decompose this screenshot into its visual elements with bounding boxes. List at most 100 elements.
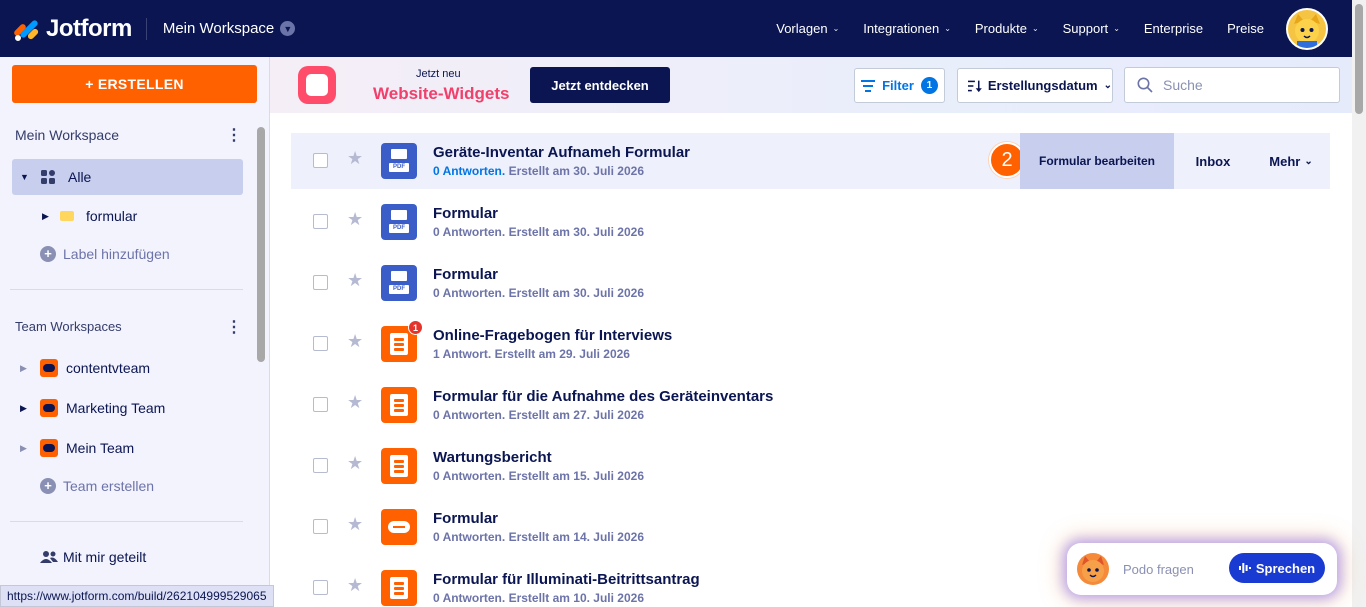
create-team-button[interactable]: + Team erstellen <box>40 478 154 494</box>
team-more-icon[interactable]: ⋮ <box>226 317 242 337</box>
jotform-logo[interactable]: Jotform <box>12 14 132 43</box>
nav-integrations[interactable]: Integrationen ⌄ <box>863 21 951 36</box>
ai-assistant-widget[interactable]: Podo fragen Sprechen <box>1067 543 1337 595</box>
inbox-button[interactable]: Inbox <box>1174 133 1252 189</box>
star-icon[interactable]: ★ <box>347 514 363 535</box>
form-meta: 0 Antworten. Erstellt am 30. Juli 2026 <box>433 164 644 178</box>
create-button[interactable]: + ERSTELLEN <box>12 65 257 103</box>
sort-dropdown[interactable]: Erstellungsdatum ⌄ <box>957 68 1113 103</box>
form-row[interactable]: ★ PDF Formular 0 Antworten. Erstellt am … <box>291 194 1330 250</box>
form-title[interactable]: Wartungsbericht <box>433 449 552 466</box>
team-item-marketing[interactable]: ▶ Marketing Team <box>20 399 165 417</box>
nav-label: Integrationen <box>863 21 940 36</box>
caret-right-icon: ▶ <box>20 402 27 413</box>
nav-enterprise[interactable]: Enterprise <box>1144 21 1203 36</box>
nav-label: Produkte <box>974 21 1027 36</box>
shared-with-me[interactable]: Mit mir geteilt <box>40 549 146 565</box>
created-date: Erstellt am 30. Juli 2026 <box>508 286 644 300</box>
form-list: ★ PDF Geräte-Inventar Aufnameh Formular … <box>270 113 1352 607</box>
star-icon[interactable]: ★ <box>347 270 363 291</box>
nav-pricing[interactable]: Preise <box>1227 21 1264 36</box>
chevron-down-icon: ⌄ <box>1103 80 1112 91</box>
page-scrollbar[interactable] <box>1352 0 1366 607</box>
chevron-down-icon: ⌄ <box>832 24 840 33</box>
form-row[interactable]: ★ PDF Formular 0 Antworten. Erstellt am … <box>291 255 1330 311</box>
sidebar-item-label: formular <box>86 208 138 224</box>
search-input[interactable] <box>1163 77 1323 93</box>
my-workspace-heading: Mein Workspace <box>15 127 120 143</box>
workspace-more-icon[interactable]: ⋮ <box>226 125 242 145</box>
form-row[interactable]: ★ Formular für die Aufnahme des Gerätein… <box>291 377 1330 433</box>
form-icon <box>381 570 417 606</box>
created-date: Erstellt am 15. Juli 2026 <box>508 469 644 483</box>
form-meta: 0 Antworten. Erstellt am 14. Juli 2026 <box>433 530 644 544</box>
star-icon[interactable]: ★ <box>347 331 363 352</box>
sidebar-scrollbar[interactable] <box>257 127 265 362</box>
form-meta: 0 Antworten. Erstellt am 15. Juli 2026 <box>433 469 644 483</box>
filter-button[interactable]: Filter 1 <box>854 68 945 103</box>
form-title[interactable]: Online-Fragebogen für Interviews <box>433 327 672 344</box>
nav-label: Support <box>1062 21 1109 36</box>
card-form-icon <box>381 509 417 545</box>
response-count: 0 Antworten. <box>433 408 506 422</box>
workspace-name: Mein Workspace <box>162 20 275 37</box>
search-field[interactable] <box>1124 67 1340 103</box>
form-icon <box>381 387 417 423</box>
workspace-switcher[interactable]: Mein Workspace ▼ <box>162 20 296 37</box>
speak-button[interactable]: Sprechen <box>1229 553 1325 583</box>
star-icon[interactable]: ★ <box>347 453 363 474</box>
user-avatar[interactable] <box>1286 7 1328 50</box>
nav-support[interactable]: Support ⌄ <box>1063 21 1120 36</box>
star-icon[interactable]: ★ <box>347 209 363 230</box>
assistant-input-placeholder[interactable]: Podo fragen <box>1123 562 1194 577</box>
row-checkbox[interactable] <box>313 519 328 534</box>
created-date: Erstellt am 10. Juli 2026 <box>508 591 644 605</box>
row-checkbox[interactable] <box>313 153 328 168</box>
nav-products[interactable]: Produkte ⌄ <box>975 21 1039 36</box>
form-title[interactable]: Formular <box>433 266 498 283</box>
team-item-contentvteam[interactable]: ▶ contentvteam <box>20 359 150 377</box>
row-checkbox[interactable] <box>313 214 328 229</box>
form-title[interactable]: Formular <box>433 205 498 222</box>
star-icon[interactable]: ★ <box>347 148 363 169</box>
promo-title: Website-Widgets <box>373 84 510 103</box>
star-icon[interactable]: ★ <box>347 575 363 596</box>
add-label-button[interactable]: + Label hinzufügen <box>40 246 170 262</box>
grid-icon <box>41 170 55 184</box>
edit-form-button[interactable]: Formular bearbeiten <box>1020 133 1174 189</box>
sidebar-item-all[interactable]: ▼ Alle <box>12 159 243 195</box>
nav-label: Enterprise <box>1143 21 1204 36</box>
scrollbar-thumb[interactable] <box>1355 4 1363 114</box>
chevron-down-icon: ▼ <box>280 21 296 36</box>
form-row[interactable]: ★ Wartungsbericht 0 Antworten. Erstellt … <box>291 438 1330 494</box>
form-row[interactable]: ★ PDF Geräte-Inventar Aufnameh Formular … <box>291 133 1330 189</box>
row-checkbox[interactable] <box>313 580 328 595</box>
row-checkbox[interactable] <box>313 458 328 473</box>
promo-kicker: Jetzt neu <box>416 68 461 80</box>
nav-templates[interactable]: Vorlagen ⌄ <box>776 21 839 36</box>
top-navigation-bar: Jotform Mein Workspace ▼ Vorlagen ⌄ Integ… <box>0 0 1352 57</box>
form-title[interactable]: Geräte-Inventar Aufnameh Formular <box>433 144 690 161</box>
chevron-down-icon: ⌄ <box>1113 24 1120 33</box>
more-button[interactable]: Mehr ⌄ <box>1252 133 1330 189</box>
row-checkbox[interactable] <box>313 336 328 351</box>
created-date: Erstellt am 30. Juli 2026 <box>508 225 644 239</box>
form-title[interactable]: Formular <box>433 510 498 527</box>
brand-name: Jotform <box>46 14 132 42</box>
jotform-logo-icon <box>12 17 40 42</box>
row-checkbox[interactable] <box>313 275 328 290</box>
form-row[interactable]: ★ 1 Online-Fragebogen für Interviews 1 A… <box>291 316 1330 372</box>
response-count: 0 Antworten. <box>433 530 506 544</box>
star-icon[interactable]: ★ <box>347 392 363 413</box>
form-title[interactable]: Formular für Illuminati-Beitrittsantrag <box>433 571 700 588</box>
caret-down-icon: ▼ <box>20 172 29 182</box>
row-checkbox[interactable] <box>313 397 328 412</box>
sidebar-item-label: Alle <box>68 169 92 185</box>
podo-avatar-icon <box>1077 553 1109 585</box>
discover-button[interactable]: Jetzt entdecken <box>530 67 670 103</box>
form-title[interactable]: Formular für die Aufnahme des Geräteinve… <box>433 388 773 405</box>
response-count[interactable]: 0 Antworten. <box>433 164 505 178</box>
sidebar-item-formular[interactable]: ▶ formular <box>42 207 137 225</box>
team-icon <box>40 359 58 377</box>
team-item-mein-team[interactable]: ▶ Mein Team <box>20 439 134 457</box>
